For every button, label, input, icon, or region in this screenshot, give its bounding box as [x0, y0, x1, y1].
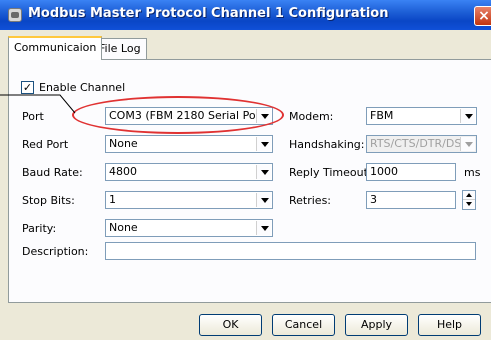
description-label: Description: — [22, 245, 89, 258]
handshaking-select: RTS/CTS/DTR/DS — [366, 135, 477, 153]
spin-down-icon[interactable] — [463, 200, 475, 209]
stop-bits-label: Stop Bits: — [22, 194, 75, 207]
enable-channel-checkbox[interactable]: ✓ — [21, 81, 34, 94]
close-button[interactable]: × — [474, 6, 491, 26]
parity-label: Parity: — [22, 222, 57, 235]
red-port-select[interactable]: None — [105, 135, 273, 153]
baud-rate-value: 4800 — [109, 165, 137, 178]
chevron-down-icon[interactable] — [256, 165, 271, 179]
title-bar[interactable]: Modbus Master Protocol Channel 1 Configu… — [0, 0, 491, 30]
reply-timeout-value: 1000 — [370, 165, 398, 178]
parity-value: None — [109, 221, 138, 234]
red-port-value: None — [109, 137, 138, 150]
chevron-down-icon[interactable] — [256, 221, 271, 235]
chevron-down-icon[interactable] — [256, 109, 271, 123]
stop-bits-value: 1 — [109, 193, 116, 206]
ok-button[interactable]: OK — [199, 314, 262, 336]
chevron-down-icon — [460, 137, 475, 151]
port-select[interactable]: COM3 (FBM 2180 Serial Port) — [105, 107, 273, 125]
chevron-down-icon[interactable] — [460, 109, 475, 123]
app-icon — [8, 8, 22, 22]
baud-rate-select[interactable]: 4800 — [105, 163, 273, 181]
modem-select[interactable]: FBM — [366, 107, 477, 125]
close-icon: × — [478, 8, 490, 24]
tab-panel — [8, 59, 491, 303]
retries-spinner[interactable] — [462, 190, 476, 210]
modem-value: FBM — [370, 109, 394, 122]
description-field[interactable] — [105, 242, 476, 260]
modem-label: Modem: — [289, 110, 334, 123]
retries-value: 3 — [370, 193, 377, 206]
tab-file-log-label: File Log — [99, 42, 141, 55]
tab-communication[interactable]: Communicaion — [8, 36, 103, 60]
apply-button[interactable]: Apply — [345, 314, 408, 336]
reply-timeout-unit: ms — [464, 166, 481, 179]
help-button[interactable]: Help — [418, 314, 481, 336]
reply-timeout-label: Reply Timeout: — [289, 166, 372, 179]
stop-bits-select[interactable]: 1 — [105, 191, 273, 209]
window-title: Modbus Master Protocol Channel 1 Configu… — [28, 6, 389, 21]
port-label: Port — [22, 110, 44, 123]
handshaking-label: Handshaking: — [289, 138, 365, 151]
tab-communication-label: Communicaion — [14, 41, 97, 54]
dialog-window: Modbus Master Protocol Channel 1 Configu… — [0, 0, 491, 340]
cancel-button[interactable]: Cancel — [272, 314, 335, 336]
reply-timeout-field[interactable]: 1000 — [366, 163, 456, 181]
baud-rate-label: Baud Rate: — [22, 166, 83, 179]
retries-label: Retries: — [289, 194, 332, 207]
red-port-label: Red Port — [22, 138, 69, 151]
chevron-down-icon[interactable] — [256, 193, 271, 207]
handshaking-value: RTS/CTS/DTR/DS — [370, 137, 462, 150]
chevron-down-icon[interactable] — [256, 137, 271, 151]
parity-select[interactable]: None — [105, 219, 273, 237]
spin-up-icon[interactable] — [463, 191, 475, 200]
port-value: COM3 (FBM 2180 Serial Port) — [109, 109, 269, 122]
check-icon: ✓ — [22, 81, 33, 94]
enable-channel-label: Enable Channel — [39, 81, 126, 94]
retries-field[interactable]: 3 — [366, 191, 456, 209]
